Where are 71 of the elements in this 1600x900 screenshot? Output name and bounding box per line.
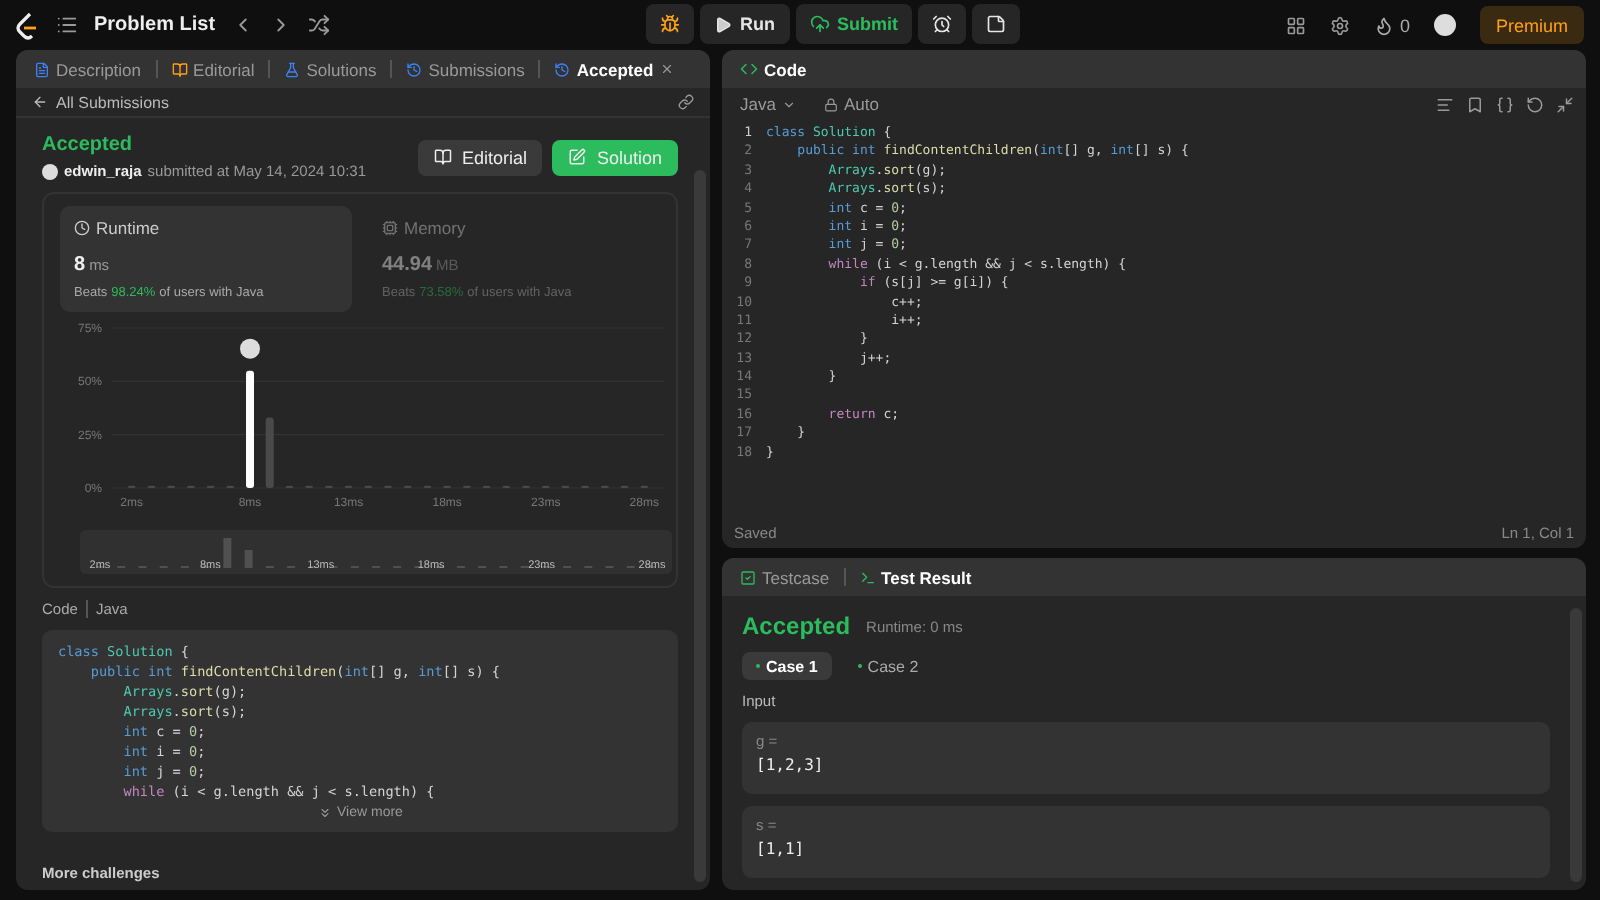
status-text: Accepted — [42, 134, 135, 156]
streak-counter[interactable]: 0 — [1373, 15, 1410, 35]
cloud-upload-icon — [809, 14, 829, 34]
chip-icon — [382, 220, 398, 236]
panel-tab[interactable]: Accepted — [548, 59, 680, 79]
case-tab[interactable]: Case 1 — [742, 652, 832, 680]
panel-tab[interactable]: Submissions — [400, 59, 531, 79]
stat-value: 44.94 — [382, 254, 433, 276]
play-icon — [714, 15, 732, 33]
logo-icon[interactable] — [16, 11, 40, 39]
terminal-icon — [859, 569, 876, 585]
stat-value: 8 — [74, 254, 86, 276]
reset-icon[interactable] — [1526, 95, 1544, 113]
panel-tab[interactable]: Testcase — [734, 567, 836, 587]
clock-icon — [74, 220, 90, 236]
param-value: [1,1] — [756, 840, 807, 858]
double-chevron-icon — [317, 806, 332, 820]
case-tab[interactable]: Case 2 — [843, 652, 933, 680]
shuffle-icon[interactable] — [307, 14, 330, 36]
code-icon — [740, 60, 758, 78]
list-icon[interactable] — [56, 14, 78, 36]
collapse-icon[interactable] — [1556, 95, 1574, 113]
note-icon — [986, 14, 1006, 34]
all-submissions-link[interactable]: All Submissions — [32, 93, 169, 111]
settings-icon[interactable] — [1329, 15, 1350, 35]
history-icon — [406, 61, 423, 77]
history-icon — [554, 61, 571, 77]
close-icon[interactable] — [659, 62, 674, 76]
bar — [265, 417, 274, 488]
edit-icon — [568, 148, 587, 166]
scrollbar[interactable] — [694, 170, 706, 882]
editorial-button[interactable]: Editorial — [417, 139, 543, 175]
result-status: Accepted — [742, 612, 851, 640]
language-dropdown[interactable]: Java — [734, 94, 802, 114]
param-value: [1,2,3] — [756, 756, 826, 774]
highlighted-bar — [246, 370, 254, 488]
grid-icon[interactable] — [1285, 15, 1306, 35]
debug-button[interactable] — [646, 4, 694, 44]
panel-tab[interactable]: Editorial — [165, 59, 261, 79]
bug-icon — [660, 14, 680, 34]
panel-tab[interactable]: Test Result — [853, 567, 978, 587]
alarm-clock-icon — [932, 14, 952, 34]
document-icon — [34, 61, 50, 77]
user-avatar-icon — [240, 338, 260, 359]
chevron-down-icon — [781, 97, 796, 111]
panel-tab[interactable]: Description — [28, 59, 148, 79]
book-icon — [171, 61, 188, 77]
link-icon[interactable] — [678, 94, 694, 110]
format-icon[interactable] — [1436, 95, 1454, 113]
stat-label: Memory — [404, 218, 466, 238]
problem-list-title[interactable]: Problem List — [94, 14, 216, 36]
avatar-icon[interactable] — [1433, 14, 1456, 36]
stat-label: Runtime — [96, 218, 160, 238]
book-icon — [433, 148, 452, 166]
flask-icon — [284, 61, 301, 77]
checkbox-icon — [740, 569, 756, 585]
submit-button[interactable]: Submit — [795, 4, 912, 44]
lock-icon — [823, 97, 838, 111]
alarm-button[interactable] — [918, 4, 966, 44]
auto-mode[interactable]: Auto — [817, 94, 885, 114]
panel-tab[interactable]: Solutions — [278, 59, 383, 79]
arrow-left-icon — [32, 94, 48, 110]
avatar-icon — [42, 163, 58, 179]
code-tab[interactable]: Code — [734, 59, 813, 79]
bookmark-icon[interactable] — [1466, 95, 1484, 113]
notes-button[interactable] — [972, 4, 1020, 44]
scrollbar[interactable] — [1570, 608, 1582, 882]
braces-icon[interactable] — [1496, 95, 1514, 113]
run-button[interactable]: Run — [700, 4, 789, 44]
premium-button[interactable]: Premium — [1479, 6, 1584, 44]
flame-icon — [1373, 15, 1394, 35]
